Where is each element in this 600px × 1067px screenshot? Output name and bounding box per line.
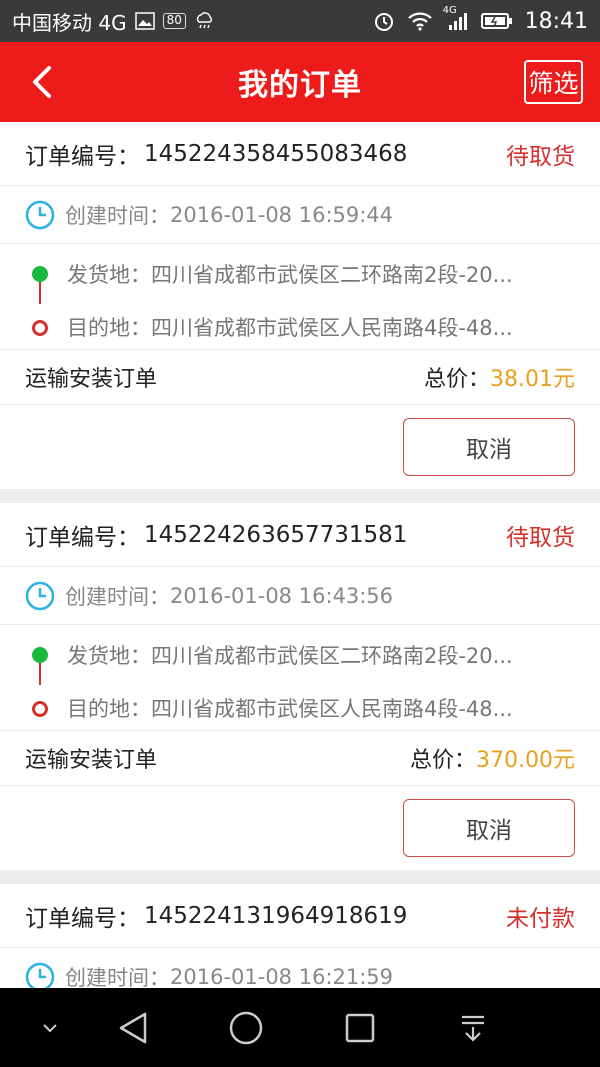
total-price: 370.00元 — [476, 748, 575, 773]
order-header-row: 订单编号： 145224263657731581 待取货 — [0, 503, 600, 567]
order-list[interactable]: 订单编号： 145224358455083468 待取货 创建时间： 2016-… — [0, 122, 600, 988]
origin-label: 发货地： — [67, 644, 151, 668]
cancel-button[interactable]: 取消 — [403, 799, 575, 857]
origin-value: 四川省成都市武侯区二环路南2段-20... — [151, 644, 513, 668]
clock-time: 18:41 — [524, 8, 588, 34]
order-no-label: 订单编号： — [25, 905, 140, 932]
order-no-label: 订单编号： — [25, 143, 140, 170]
order-no-value: 145224358455083468 — [144, 140, 408, 167]
origin-address: 发货地： 四川省成都市武侯区二环路南2段-20... — [67, 259, 577, 289]
total-label: 总价： — [410, 748, 477, 773]
order-header-row: 订单编号： 145224358455083468 待取货 — [0, 122, 600, 186]
clock-icon — [25, 581, 55, 610]
filter-button[interactable]: 筛选 — [524, 60, 583, 104]
order-type: 运输安装订单 — [25, 367, 158, 392]
clock-icon — [25, 200, 55, 229]
signal-icon: 4G — [443, 5, 469, 31]
alarm-icon — [373, 10, 395, 32]
price-row: 运输安装订单 总价： 370.00元 — [0, 731, 600, 786]
origin-dot-icon — [32, 647, 48, 663]
destination-dot-icon — [32, 701, 48, 717]
network-type: 4G — [442, 5, 457, 16]
destination-label: 目的地： — [67, 697, 151, 721]
destination-address: 目的地： 四川省成都市武侯区人民南路4段-48... — [67, 693, 577, 723]
total-price: 38.01元 — [490, 367, 575, 392]
destination-dot-icon — [32, 320, 48, 336]
destination-address: 目的地： 四川省成都市武侯区人民南路4段-48... — [67, 312, 577, 342]
address-block: 发货地： 四川省成都市武侯区二环路南2段-20... 目的地： 四川省成都市武侯… — [0, 244, 600, 350]
gallery-icon — [134, 12, 155, 30]
order-no-label: 订单编号： — [25, 524, 140, 551]
pull-down-icon — [462, 1015, 484, 1042]
status-bar: 中国移动 4G 80 4G 18:41 — [0, 0, 600, 42]
back-button[interactable] — [22, 60, 62, 104]
order-no-value: 145224131964918619 — [144, 902, 408, 929]
origin-value: 四川省成都市武侯区二环路南2段-20... — [151, 263, 513, 287]
order-card[interactable]: 订单编号： 145224263657731581 待取货 创建时间： 2016-… — [0, 503, 600, 870]
recents-square-icon — [345, 1013, 375, 1043]
created-time-value: 2016-01-08 16:43:56 — [170, 583, 394, 608]
carrier-text: 中国移动 4G — [12, 10, 127, 35]
order-no-value: 145224263657731581 — [144, 521, 408, 548]
notification-nav-button[interactable] — [453, 1008, 493, 1048]
battery-icon — [480, 11, 513, 31]
collapse-nav-button[interactable] — [30, 1008, 70, 1048]
wifi-icon — [407, 11, 433, 31]
origin-address: 发货地： 四川省成都市武侯区二环路南2段-20... — [67, 640, 577, 670]
clock-icon — [25, 962, 55, 988]
created-time-row: 创建时间： 2016-01-08 16:59:44 — [0, 186, 600, 244]
app-header: 我的订单 筛选 — [0, 42, 600, 122]
created-time-row: 创建时间： 2016-01-08 16:43:56 — [0, 567, 600, 625]
price-row: 运输安装订单 总价： 38.01元 — [0, 350, 600, 405]
home-circle-icon — [229, 1011, 263, 1045]
badge-80: 80 — [162, 13, 186, 29]
order-status: 未付款 — [506, 905, 575, 932]
origin-dot-icon — [32, 266, 48, 282]
origin-label: 发货地： — [67, 263, 151, 287]
created-time-row: 创建时间： 2016-01-08 16:21:59 — [0, 948, 600, 988]
address-block: 发货地： 四川省成都市武侯区二环路南2段-20... 目的地： 四川省成都市武侯… — [0, 625, 600, 731]
order-card[interactable]: 订单编号： 145224358455083468 待取货 创建时间： 2016-… — [0, 122, 600, 489]
chevron-left-icon — [33, 66, 51, 98]
order-card[interactable]: 订单编号： 145224131964918619 未付款 创建时间： 2016-… — [0, 884, 600, 988]
created-time-label: 创建时间： — [65, 965, 170, 989]
recents-nav-button[interactable] — [340, 1008, 380, 1048]
created-time-label: 创建时间： — [65, 203, 170, 228]
system-navigation-bar — [0, 988, 600, 1067]
total-label: 总价： — [424, 367, 491, 392]
created-time-value: 2016-01-08 16:59:44 — [170, 202, 394, 227]
destination-label: 目的地： — [67, 316, 151, 340]
chevron-down-icon — [43, 1024, 57, 1033]
order-status: 待取货 — [506, 143, 575, 170]
destination-value: 四川省成都市武侯区人民南路4段-48... — [151, 316, 513, 340]
created-time-value: 2016-01-08 16:21:59 — [170, 964, 394, 989]
order-type: 运输安装订单 — [25, 748, 158, 773]
destination-value: 四川省成都市武侯区人民南路4段-48... — [151, 697, 513, 721]
back-triangle-icon — [119, 1012, 147, 1044]
home-nav-button[interactable] — [226, 1008, 266, 1048]
order-status: 待取货 — [506, 524, 575, 551]
actions-row: 取消 — [0, 786, 600, 870]
page-title: 我的订单 — [238, 68, 362, 103]
order-header-row: 订单编号： 145224131964918619 未付款 — [0, 884, 600, 948]
cancel-button[interactable]: 取消 — [403, 418, 575, 476]
weather-icon — [194, 12, 214, 30]
back-nav-button[interactable] — [113, 1008, 153, 1048]
actions-row: 取消 — [0, 405, 600, 489]
created-time-label: 创建时间： — [65, 584, 170, 609]
